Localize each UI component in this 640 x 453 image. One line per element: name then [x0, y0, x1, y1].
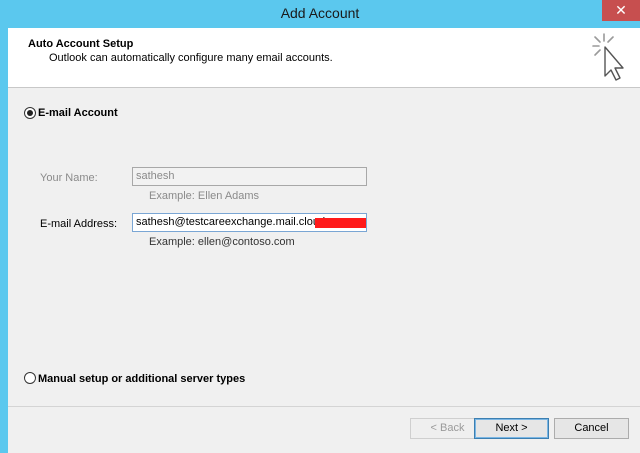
dialog-body: Auto Account Setup Outlook can automatic… — [8, 28, 640, 453]
email-address-field[interactable]: sathesh@testcareexchange.mail.cloud — [132, 213, 367, 232]
window-title: Add Account — [280, 5, 360, 21]
your-name-example: Example: Ellen Adams — [149, 190, 260, 202]
next-button[interactable]: Next > — [474, 418, 549, 439]
your-name-field[interactable]: sathesh — [132, 167, 367, 186]
redaction-mark — [315, 218, 366, 228]
close-icon: ✕ — [615, 2, 627, 18]
header-subtitle: Outlook can automatically configure many… — [49, 52, 333, 64]
close-button[interactable]: ✕ — [602, 0, 640, 21]
email-account-label[interactable]: E-mail Account — [38, 107, 118, 119]
header-panel: Auto Account Setup Outlook can automatic… — [8, 28, 640, 88]
email-address-label: E-mail Address: — [40, 218, 118, 230]
your-name-label: Your Name: — [40, 172, 98, 184]
title-bar: Add Account ✕ — [0, 0, 640, 28]
cancel-button[interactable]: Cancel — [554, 418, 629, 439]
button-bar: < Back Next > Cancel — [8, 406, 640, 453]
manual-setup-label[interactable]: Manual setup or additional server types — [38, 373, 245, 385]
email-address-example: Example: ellen@contoso.com — [149, 236, 295, 248]
email-account-radio[interactable] — [24, 107, 36, 119]
email-address-value: sathesh@testcareexchange.mail.cloud — [136, 216, 326, 228]
header-title: Auto Account Setup — [28, 38, 134, 50]
cursor-sparkle-icon — [592, 33, 624, 81]
manual-setup-radio[interactable] — [24, 372, 36, 384]
